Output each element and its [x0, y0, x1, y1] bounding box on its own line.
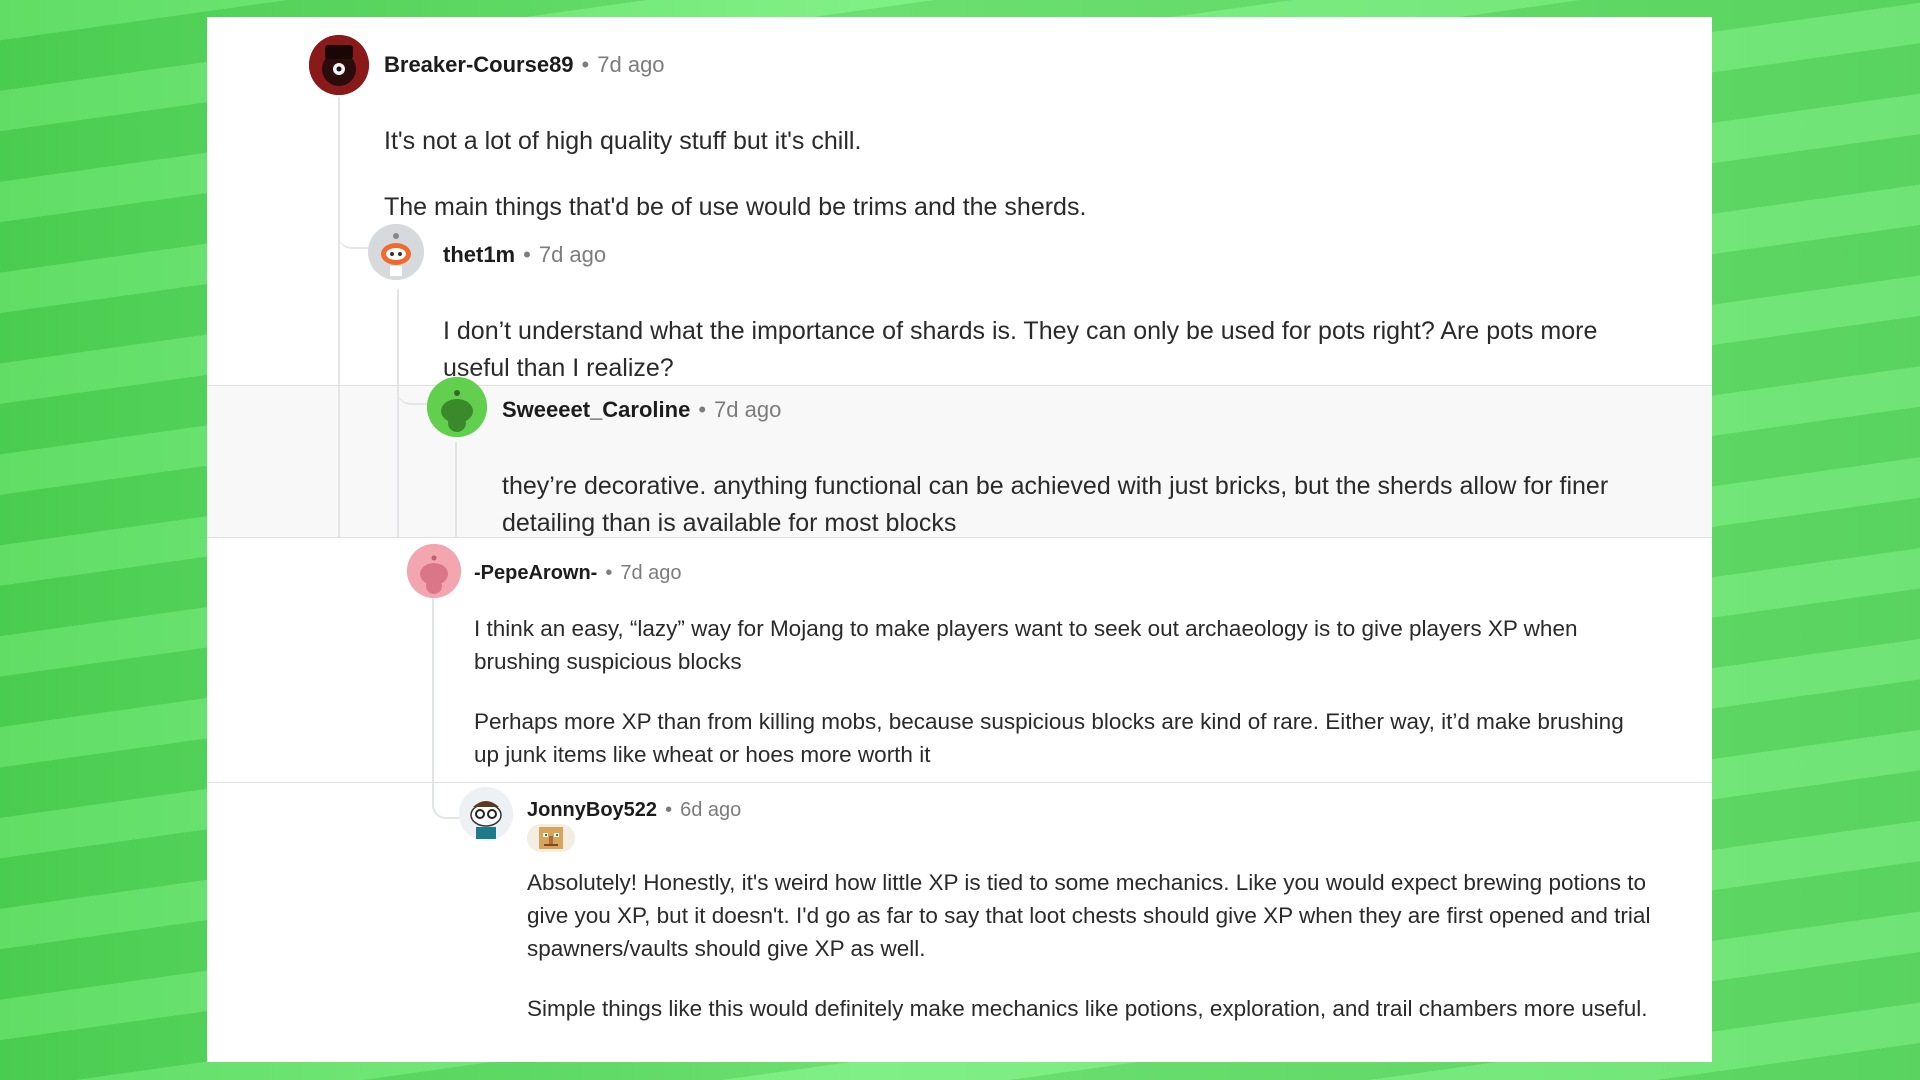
- comment-paragraph: they’re decorative. anything functional …: [502, 472, 1609, 537]
- avatar[interactable]: [368, 224, 424, 280]
- thread-branch: [432, 787, 462, 819]
- comment-meta: Breaker-Course89 • 7d ago: [384, 52, 665, 78]
- villager-flair-icon: [539, 827, 563, 849]
- comment-paragraph: It's not a lot of high quality stuff but…: [384, 127, 862, 155]
- thread-line: [432, 597, 434, 807]
- meta-separator: •: [605, 562, 613, 584]
- author-name[interactable]: -PepeArown-: [474, 562, 597, 585]
- meta-separator: •: [581, 52, 590, 77]
- meta-separator: •: [665, 799, 673, 821]
- comment-paragraph: I don’t understand what the importance o…: [443, 317, 1598, 382]
- comment-meta: -PepeArown- • 7d ago: [474, 562, 682, 585]
- avatar[interactable]: [427, 377, 487, 437]
- comment-thread-panel: Breaker-Course89 • 7d ago It's not a lot…: [207, 17, 1712, 1062]
- comment-body: they’re decorative. anything functional …: [502, 468, 1677, 542]
- comment-meta: Sweeeet_Caroline • 7d ago: [502, 397, 781, 423]
- avatar-icon: [368, 224, 424, 280]
- thread-branch: [397, 373, 427, 405]
- timestamp[interactable]: 7d ago: [597, 52, 664, 78]
- comment-body: I don’t understand what the importance o…: [443, 313, 1658, 387]
- comment-body: Absolutely! Honestly, it's weird how lit…: [527, 866, 1667, 1025]
- author-name[interactable]: JonnyBoy522: [527, 799, 657, 822]
- avatar-icon: [407, 544, 461, 598]
- comment-paragraph: The main things that'd be of use would b…: [384, 193, 1087, 221]
- meta-separator: •: [523, 242, 531, 267]
- author-name[interactable]: Breaker-Course89: [384, 52, 574, 78]
- comment-paragraph: Absolutely! Honestly, it's weird how lit…: [527, 870, 1651, 961]
- avatar[interactable]: [459, 787, 513, 841]
- comment-body: It's not a lot of high quality stuff but…: [384, 123, 1664, 226]
- comment-paragraph: Simple things like this would definitely…: [527, 996, 1648, 1021]
- author-name[interactable]: thet1m: [443, 242, 515, 268]
- thread-line: [338, 97, 340, 537]
- comment-paragraph: Perhaps more XP than from killing mobs, …: [474, 709, 1624, 767]
- timestamp[interactable]: 6d ago: [680, 799, 741, 822]
- thread-line: [397, 289, 399, 537]
- avatar-icon: [309, 35, 369, 95]
- meta-separator: •: [698, 397, 707, 422]
- comment-body: I think an easy, “lazy” way for Mojang t…: [474, 612, 1654, 771]
- author-name[interactable]: Sweeeet_Caroline: [502, 397, 690, 423]
- avatar-icon: [427, 377, 487, 437]
- avatar[interactable]: [407, 544, 461, 598]
- avatar-icon: [459, 787, 513, 841]
- thread-line: [455, 442, 457, 537]
- timestamp[interactable]: 7d ago: [539, 242, 606, 268]
- timestamp[interactable]: 7d ago: [620, 562, 681, 585]
- comment-meta: JonnyBoy522 • 6d ago: [527, 799, 741, 822]
- comment-meta: thet1m • 7d ago: [443, 242, 606, 268]
- timestamp[interactable]: 7d ago: [714, 397, 781, 423]
- avatar[interactable]: [309, 35, 369, 95]
- comment-paragraph: I think an easy, “lazy” way for Mojang t…: [474, 616, 1578, 674]
- user-flair: [527, 824, 575, 852]
- thread-branch: [338, 217, 368, 249]
